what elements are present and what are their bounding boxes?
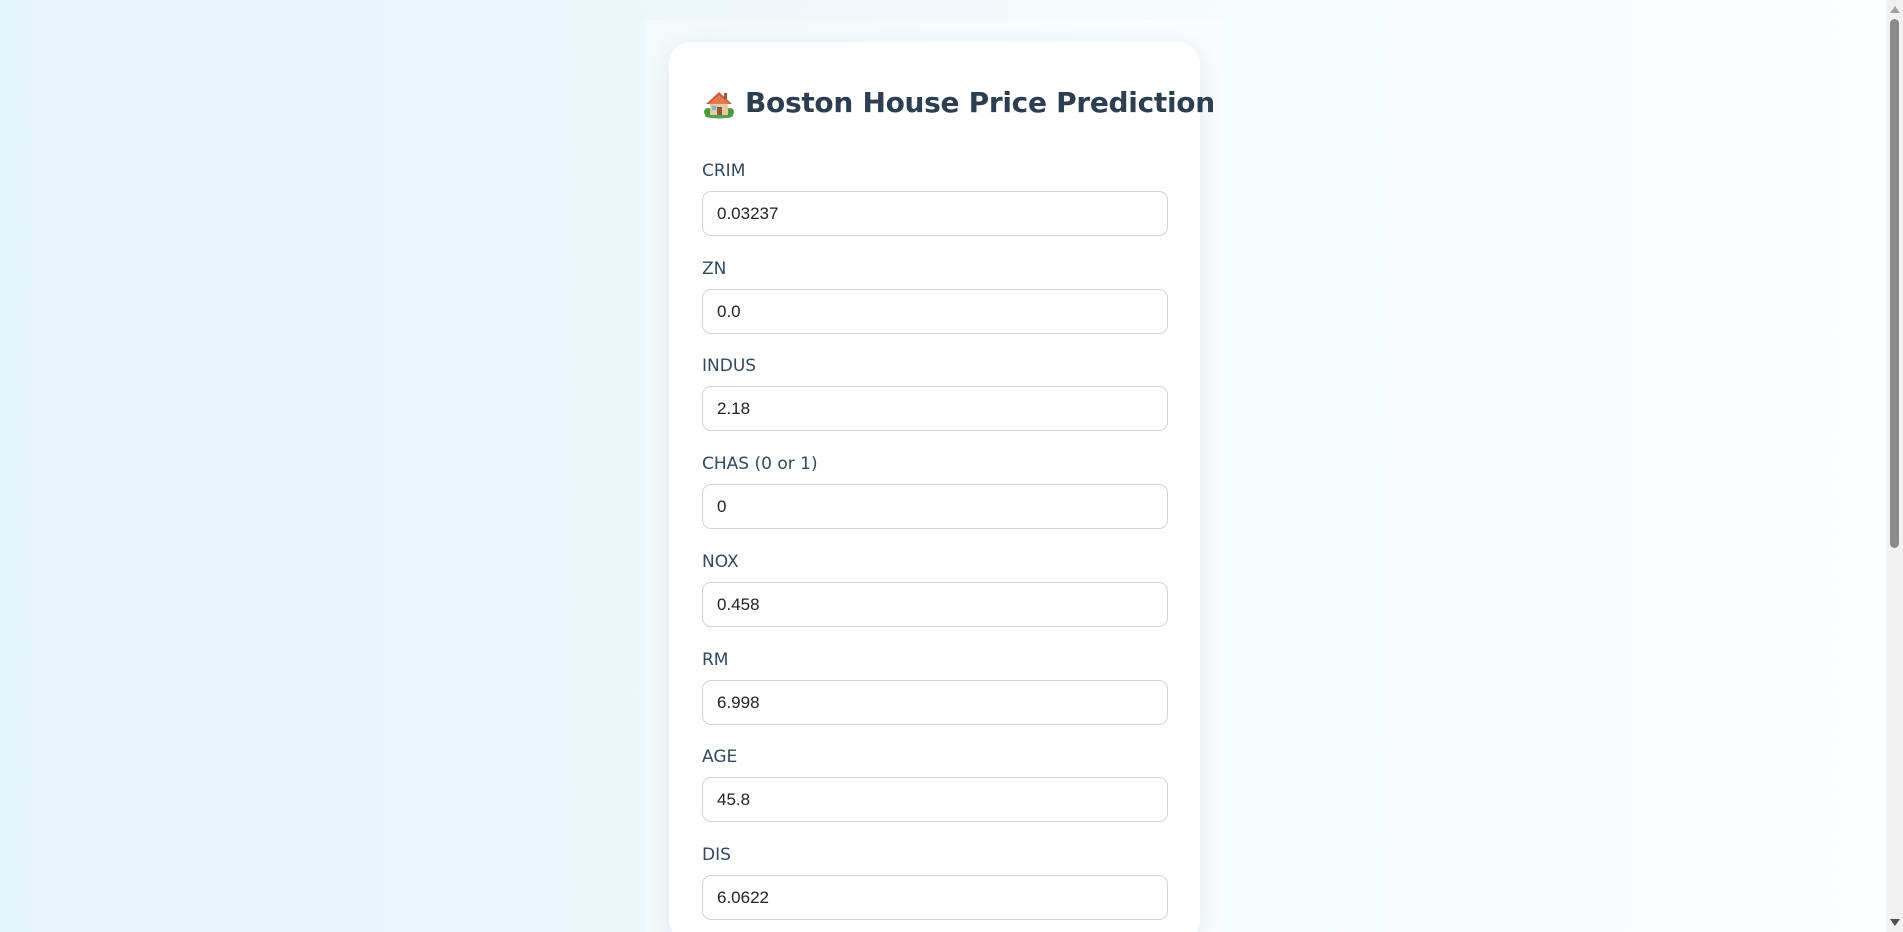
page-header: Boston House Price Prediction <box>703 86 1215 119</box>
indus-label: INDUS <box>702 356 757 376</box>
vertical-scrollbar[interactable] <box>1886 0 1903 932</box>
prediction-form-card: Boston House Price Prediction CRIM ZN IN… <box>669 42 1215 932</box>
crim-input[interactable] <box>702 191 1168 236</box>
field-indus: INDUS <box>702 355 1168 431</box>
field-crim: CRIM <box>702 160 1168 236</box>
zn-input[interactable] <box>702 289 1168 334</box>
dis-input[interactable] <box>702 875 1168 920</box>
field-rm: RM <box>702 649 1168 725</box>
rm-input[interactable] <box>702 680 1168 725</box>
field-zn: ZN <box>702 258 1168 334</box>
field-nox: NOX <box>702 551 1168 627</box>
scroll-down-arrow-icon[interactable] <box>1890 919 1900 926</box>
indus-input[interactable] <box>702 386 1168 431</box>
scrollbar-thumb[interactable] <box>1890 19 1899 548</box>
house-with-garden-icon <box>703 87 735 119</box>
crim-label: CRIM <box>702 161 746 181</box>
dis-label: DIS <box>702 845 731 865</box>
field-chas: CHAS (0 or 1) <box>702 453 1168 529</box>
age-label: AGE <box>702 747 738 767</box>
nox-input[interactable] <box>702 582 1168 627</box>
page-title: Boston House Price Prediction <box>745 86 1215 119</box>
field-age: AGE <box>702 746 1168 822</box>
scroll-up-arrow-icon[interactable] <box>1890 6 1900 13</box>
zn-label: ZN <box>702 259 727 279</box>
nox-label: NOX <box>702 552 739 572</box>
rm-label: RM <box>702 650 729 670</box>
chas-input[interactable] <box>702 484 1168 529</box>
chas-label: CHAS (0 or 1) <box>702 454 818 474</box>
field-dis: DIS <box>702 844 1168 920</box>
age-input[interactable] <box>702 777 1168 822</box>
